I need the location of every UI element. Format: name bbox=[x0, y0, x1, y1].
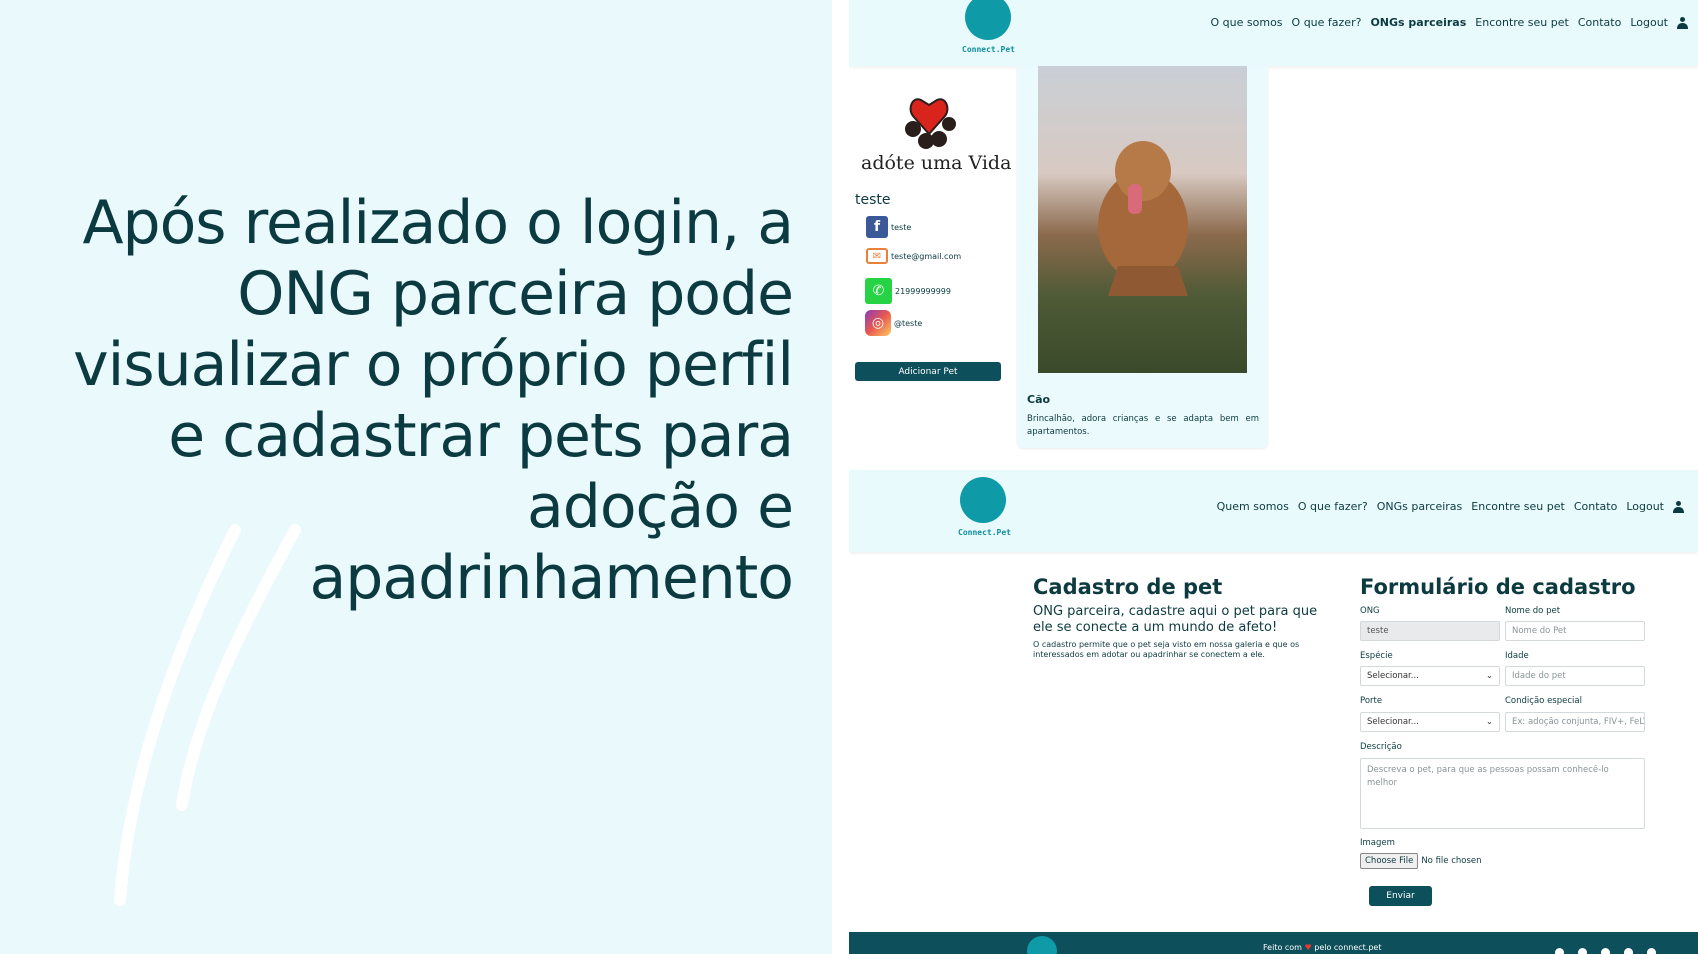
connect-pet-logo-icon[interactable] bbox=[965, 0, 1011, 40]
size-label: Porte bbox=[1360, 696, 1383, 706]
logo-text: Connect.Pet bbox=[958, 528, 1011, 537]
paw-heart-icon bbox=[905, 98, 956, 149]
page-subtitle: ONG parceira, cadastre aqui o pet para q… bbox=[1033, 604, 1318, 635]
pet-species: Cão bbox=[1027, 393, 1051, 406]
footer-text: Feito com ♥ pelo connect.pet bbox=[1263, 943, 1382, 952]
species-select[interactable]: Selecionar... ⌄ bbox=[1360, 666, 1500, 686]
contact-facebook[interactable]: f teste bbox=[866, 216, 911, 238]
nav-encontre-seu-pet[interactable]: Encontre seu pet bbox=[1471, 500, 1565, 513]
footer-logo-icon bbox=[1027, 936, 1057, 954]
form-title: Formulário de cadastro bbox=[1360, 575, 1636, 599]
pet-description: Brincalhão, adora crianças e se adapta b… bbox=[1027, 414, 1259, 437]
nav-logout[interactable]: Logout bbox=[1626, 500, 1664, 513]
nav-o-que-fazer[interactable]: O que fazer? bbox=[1292, 16, 1362, 29]
ong-name: teste bbox=[855, 192, 891, 208]
social-icon[interactable] bbox=[1647, 948, 1656, 954]
footer-social-icons bbox=[1555, 948, 1656, 954]
add-pet-button[interactable]: Adicionar Pet bbox=[855, 362, 1001, 381]
social-icon[interactable] bbox=[1624, 948, 1633, 954]
choose-file-button[interactable]: Choose File bbox=[1360, 853, 1419, 869]
profile-header: Connect.Pet O que somos O que fazer? ONG… bbox=[849, 0, 1698, 66]
special-condition-label: Condição especial bbox=[1505, 696, 1582, 706]
email-icon: ✉ bbox=[866, 248, 888, 264]
whatsapp-icon: ✆ bbox=[865, 278, 892, 304]
ong-label: ONG bbox=[1360, 606, 1380, 616]
user-icon[interactable] bbox=[1673, 500, 1684, 513]
description-label: Descrição bbox=[1360, 742, 1402, 752]
contact-whatsapp[interactable]: ✆ 21999999999 bbox=[865, 278, 951, 304]
ong-field[interactable]: teste bbox=[1360, 621, 1500, 641]
nav-ongs-parceiras[interactable]: ONGs parceiras bbox=[1377, 500, 1463, 513]
description-textarea[interactable]: Descreva o pet, para que as pessoas poss… bbox=[1360, 758, 1645, 829]
nav-o-que-fazer[interactable]: O que fazer? bbox=[1298, 500, 1368, 513]
age-label: Idade bbox=[1505, 651, 1529, 661]
chevron-down-icon: ⌄ bbox=[1485, 671, 1493, 681]
caption-panel: Após realizado o login, a ONG parceira p… bbox=[0, 0, 832, 954]
image-file-input[interactable]: Choose File No file chosen bbox=[1360, 853, 1482, 869]
pet-card[interactable]: Cão Brincalhão, adora crianças e se adap… bbox=[1017, 66, 1268, 448]
screenshots-panel: Connect.Pet O que somos O que fazer? ONG… bbox=[849, 0, 1698, 954]
headline: Após realizado o login, a ONG parceira p… bbox=[73, 188, 794, 613]
instagram-icon: ◎ bbox=[865, 310, 891, 336]
nav-contato[interactable]: Contato bbox=[1578, 16, 1621, 29]
pet-photo bbox=[1038, 66, 1247, 373]
contact-instagram[interactable]: ◎ @teste bbox=[865, 310, 922, 336]
nav-o-que-somos[interactable]: O que somos bbox=[1211, 16, 1283, 29]
nav-logout[interactable]: Logout bbox=[1630, 16, 1668, 29]
social-icon[interactable] bbox=[1578, 948, 1587, 954]
form-header: Connect.Pet Quem somos O que fazer? ONGs… bbox=[849, 470, 1698, 552]
nav-quem-somos[interactable]: Quem somos bbox=[1217, 500, 1289, 513]
chevron-down-icon: ⌄ bbox=[1485, 717, 1493, 727]
species-label: Espécie bbox=[1360, 651, 1393, 661]
nav-contato[interactable]: Contato bbox=[1574, 500, 1617, 513]
file-status: No file chosen bbox=[1421, 856, 1482, 866]
contact-email[interactable]: ✉ teste@gmail.com bbox=[866, 248, 961, 264]
pet-name-label: Nome do pet bbox=[1505, 606, 1561, 616]
social-icon[interactable] bbox=[1601, 948, 1610, 954]
footer: Feito com ♥ pelo connect.pet bbox=[849, 932, 1698, 954]
heart-icon: ♥ bbox=[1304, 943, 1312, 952]
ong-logo-text: adóte uma Vida bbox=[861, 152, 1012, 174]
form-nav: Quem somos O que fazer? ONGs parceiras E… bbox=[1217, 500, 1684, 513]
nav-ongs-parceiras[interactable]: ONGs parceiras bbox=[1370, 16, 1466, 29]
user-icon[interactable] bbox=[1677, 16, 1688, 29]
ong-logo: adóte uma Vida bbox=[861, 94, 1012, 180]
size-select[interactable]: Selecionar... ⌄ bbox=[1360, 712, 1500, 732]
logo-text: Connect.Pet bbox=[962, 45, 1015, 54]
social-icon[interactable] bbox=[1555, 948, 1564, 954]
page-title: Cadastro de pet bbox=[1033, 575, 1223, 599]
pet-name-input[interactable]: Nome do Pet bbox=[1505, 621, 1645, 641]
submit-button[interactable]: Enviar bbox=[1369, 886, 1432, 906]
page-intro: O cadastro permite que o pet seja visto … bbox=[1033, 640, 1300, 659]
nav-encontre-seu-pet[interactable]: Encontre seu pet bbox=[1475, 16, 1569, 29]
connect-pet-logo-icon[interactable] bbox=[960, 477, 1006, 523]
facebook-icon: f bbox=[866, 216, 888, 238]
profile-nav: O que somos O que fazer? ONGs parceiras … bbox=[1211, 16, 1688, 29]
special-condition-input[interactable]: Ex: adoção conjunta, FIV+, FeLV bbox=[1505, 712, 1645, 732]
age-input[interactable]: Idade do pet bbox=[1505, 666, 1645, 686]
image-label: Imagem bbox=[1360, 838, 1395, 848]
